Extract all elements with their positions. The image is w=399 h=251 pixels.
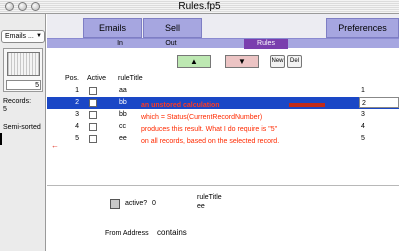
tab-in[interactable]: In — [106, 39, 134, 49]
layout-menu-label: Emails ... — [5, 33, 34, 40]
record-number: 5 — [35, 82, 39, 89]
row-pos: 1 — [75, 87, 79, 94]
active-checkbox-detail[interactable] — [110, 199, 120, 209]
row-pos: 4 — [75, 123, 79, 130]
sub-nav-bar: In Out Rules — [47, 38, 399, 49]
sort-status: Semi-sorted — [3, 124, 41, 131]
from-address-operator[interactable]: contains — [157, 228, 187, 237]
active-checkbox[interactable] — [89, 123, 97, 131]
annotation-line: which = Status(CurrentRecordNumber) — [141, 114, 263, 121]
row-calc-value: 1 — [361, 87, 365, 94]
row-calc-value: 4 — [361, 123, 365, 130]
row-rule-title[interactable]: bb — [119, 97, 127, 109]
row-rule-title[interactable]: cc — [119, 121, 126, 133]
chevron-down-icon: ▼ — [36, 33, 42, 39]
from-address-label: From Address — [105, 230, 149, 237]
status-area: Emails ... ▼ 5 Records: 5 Semi-sorted — [0, 14, 46, 251]
active-checkbox[interactable] — [89, 99, 97, 107]
annotation-header: an unstored calculation — [141, 102, 220, 109]
table-row[interactable]: 1 aa 1 — [47, 85, 399, 97]
row-calc-value: 2 — [359, 97, 399, 108]
active-label: active? — [125, 200, 148, 207]
book-pages-icon — [7, 52, 40, 76]
down-arrow-icon: ▼ — [238, 57, 246, 66]
row-pos: 5 — [75, 135, 79, 142]
column-header-rule-title: ruleTitle — [118, 75, 143, 82]
active-checkbox[interactable] — [89, 87, 97, 95]
move-up-button[interactable]: ▲ — [177, 55, 211, 68]
row-pos: 3 — [75, 111, 79, 118]
record-book[interactable]: 5 — [3, 48, 43, 92]
column-headers: Pos. Active ruleTitle — [47, 74, 399, 83]
layout-body: Emails Sell Preferences In Out Rules ▲ ▼… — [0, 14, 399, 251]
tab-rules[interactable]: Rules — [244, 39, 288, 49]
layout-menu[interactable]: Emails ... ▼ — [1, 30, 45, 43]
nav-bar: Emails Sell Preferences — [47, 14, 399, 38]
row-pos: 2 — [75, 99, 79, 106]
row-rule-title[interactable]: aa — [119, 85, 127, 97]
delete-button[interactable]: Del — [287, 55, 302, 68]
divider — [47, 185, 399, 186]
move-down-button[interactable]: ▼ — [225, 55, 259, 68]
up-arrow-icon: ▲ — [190, 57, 198, 66]
row-rule-title[interactable]: bb — [119, 109, 127, 121]
row-rule-title[interactable]: ee — [119, 133, 127, 145]
row-calc-value: 3 — [361, 111, 365, 118]
active-checkbox[interactable] — [89, 111, 97, 119]
column-header-active: Active — [87, 75, 107, 82]
preferences-tab[interactable]: Preferences — [326, 18, 399, 38]
active-value: 0 — [152, 200, 156, 207]
row-calc-value: 5 — [361, 135, 365, 142]
active-checkbox[interactable] — [89, 135, 97, 143]
current-record-marker — [0, 133, 2, 145]
records-label: Records: — [3, 98, 32, 105]
title-bar: Rules.fp5 — [0, 0, 399, 14]
column-header-pos: Pos. — [65, 75, 80, 82]
annotation-note: an unstored calculation which = Status(C… — [141, 100, 279, 148]
tab-out[interactable]: Out — [157, 39, 185, 49]
left-arrow-icon: ← — [51, 141, 59, 150]
records-count: 5 — [3, 106, 7, 113]
annotation-line: on all records, based on the selected re… — [141, 138, 280, 145]
emails-tab[interactable]: Emails — [83, 18, 142, 38]
new-button[interactable]: New — [270, 55, 285, 68]
window-title: Rules.fp5 — [178, 1, 221, 12]
annotation-underline — [289, 103, 325, 107]
rule-title-label: ruleTitle — [197, 194, 222, 201]
annotation-line: produces this result. What I do require … — [141, 126, 278, 133]
sell-tab[interactable]: Sell — [143, 18, 202, 38]
rule-title-value[interactable]: ee — [197, 202, 205, 211]
